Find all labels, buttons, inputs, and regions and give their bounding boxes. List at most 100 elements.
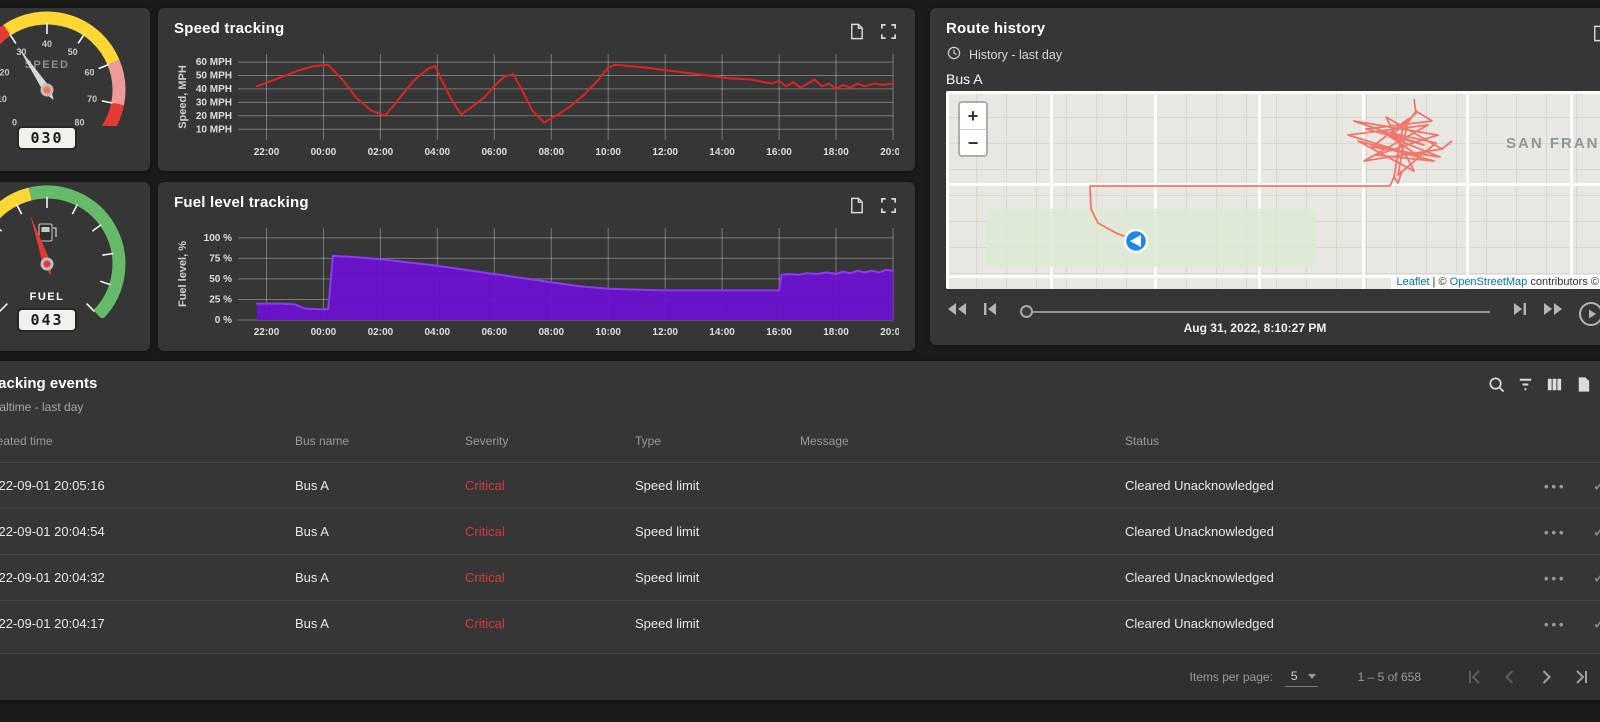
- fullscreen-icon[interactable]: [877, 20, 899, 42]
- widget-title: Speed tracking: [174, 20, 285, 37]
- speed-chart: 22:00 00:00 02:00 04:00 06:00 08:00 10:00 12:00…: [177, 54, 899, 158]
- filter-icon[interactable]: [1514, 373, 1536, 395]
- svg-text:0: 0: [12, 118, 17, 127]
- event-actions: ••• ✓: [1480, 508, 1600, 555]
- slider-track[interactable]: [1020, 311, 1490, 313]
- event-bus-name: Bus A: [295, 600, 465, 647]
- fast-forward-button[interactable]: [1542, 301, 1564, 317]
- event-row: 2022-09-01 20:04:17Bus ACriticalSpeed li…: [0, 600, 1600, 647]
- speed-gauge-readout: 030: [17, 126, 77, 150]
- fullscreen-icon[interactable]: [877, 194, 899, 216]
- row-more-button[interactable]: •••: [1544, 617, 1567, 632]
- fast-rewind-button[interactable]: [946, 301, 968, 317]
- svg-text:50 MPH: 50 MPH: [196, 71, 232, 82]
- svg-text:40 MPH: 40 MPH: [196, 84, 232, 95]
- acknowledge-button[interactable]: ✓: [1593, 524, 1600, 541]
- event-severity: Critical: [465, 462, 635, 509]
- svg-text:14:00: 14:00: [709, 327, 735, 338]
- event-actions: ••• ✓: [1480, 600, 1600, 647]
- event-message: [800, 554, 1125, 601]
- acknowledge-button[interactable]: ✓: [1593, 616, 1600, 633]
- widget-title: Route history: [946, 20, 1046, 37]
- event-bus-name: Bus A: [295, 462, 465, 509]
- fuel-gauge: FUEL: [0, 185, 126, 318]
- svg-text:02:00: 02:00: [368, 147, 394, 158]
- leaflet-link[interactable]: Leaflet: [1396, 276, 1429, 288]
- event-message: [800, 508, 1125, 555]
- svg-text:10 MPH: 10 MPH: [196, 124, 232, 135]
- items-per-page-select[interactable]: 5: [1284, 667, 1318, 687]
- export-icon[interactable]: [1572, 373, 1594, 395]
- svg-text:40: 40: [42, 39, 52, 49]
- svg-text:20:00: 20:00: [880, 327, 899, 338]
- svg-text:18:00: 18:00: [823, 147, 849, 158]
- event-severity: Critical: [465, 600, 635, 647]
- fuel-chart: 22:00 00:00 02:00 04:00 06:00 08:00 10:00 12:00…: [177, 228, 899, 338]
- event-message: [800, 600, 1125, 647]
- row-more-button[interactable]: •••: [1544, 479, 1567, 494]
- acknowledge-button[interactable]: ✓: [1593, 570, 1600, 587]
- svg-text:18:00: 18:00: [823, 327, 849, 338]
- svg-text:22:00: 22:00: [254, 147, 280, 158]
- col-message: Message: [800, 434, 849, 448]
- row-more-button[interactable]: •••: [1544, 571, 1567, 586]
- zoom-out-button[interactable]: −: [960, 129, 986, 155]
- fuel-pump-icon: [38, 223, 57, 242]
- svg-text:30 MPH: 30 MPH: [196, 97, 232, 108]
- svg-text:20: 20: [0, 67, 10, 77]
- svg-text:20 MPH: 20 MPH: [196, 111, 232, 122]
- fuel-gauge-label: FUEL: [30, 291, 65, 303]
- slider-knob[interactable]: [1020, 305, 1033, 318]
- svg-text:80: 80: [74, 118, 84, 127]
- svg-text:20:00: 20:00: [880, 147, 899, 158]
- chevron-down-icon: [1307, 673, 1316, 679]
- osm-link[interactable]: OpenStreetMap: [1450, 276, 1528, 288]
- skip-to-end-button[interactable]: [1510, 301, 1528, 317]
- export-data-icon[interactable]: [845, 20, 867, 42]
- svg-text:25 %: 25 %: [209, 295, 232, 306]
- export-data-icon[interactable]: [1588, 22, 1600, 44]
- history-clock-icon: [946, 45, 962, 64]
- event-type: Speed limit: [635, 600, 800, 647]
- svg-text:10:00: 10:00: [595, 327, 621, 338]
- svg-text:75 %: 75 %: [209, 253, 232, 264]
- speed-tracking-widget: Speed tracking 22:00 00:00 02:00 04:00 06:00…: [158, 8, 915, 171]
- svg-text:14:00: 14:00: [709, 147, 735, 158]
- items-per-page-label: Items per page:: [1189, 670, 1273, 684]
- col-type: Type: [635, 434, 662, 448]
- search-icon[interactable]: [1485, 373, 1507, 395]
- col-created-time: Created time: [0, 434, 53, 448]
- svg-text:16:00: 16:00: [766, 327, 792, 338]
- items-per-page-value: 5: [1290, 669, 1298, 683]
- event-row: 2022-09-01 20:04:54Bus ACriticalSpeed li…: [0, 508, 1600, 555]
- playback-controls: Aug 31, 2022, 8:10:27 PM: [946, 297, 1600, 339]
- svg-text:60: 60: [84, 67, 94, 77]
- zoom-in-button[interactable]: +: [960, 103, 986, 129]
- skip-to-start-button[interactable]: [982, 301, 1000, 317]
- svg-text:Speed, MPH: Speed, MPH: [177, 65, 189, 129]
- play-button[interactable]: [1578, 301, 1600, 327]
- svg-text:12:00: 12:00: [652, 147, 678, 158]
- next-page-button[interactable]: [1533, 664, 1559, 690]
- row-more-button[interactable]: •••: [1544, 525, 1567, 540]
- attribution-rest: contributors ©: [1527, 276, 1599, 288]
- export-data-icon[interactable]: [845, 194, 867, 216]
- bus-marker[interactable]: [1123, 228, 1149, 254]
- table-header-row: Created time Bus name Severity Type Mess…: [0, 422, 1600, 463]
- first-page-button[interactable]: [1461, 664, 1487, 690]
- col-status: Status: [1125, 434, 1160, 448]
- event-bus-name: Bus A: [295, 508, 465, 555]
- previous-page-button[interactable]: [1497, 664, 1523, 690]
- events-range-label: Realtime - last day: [0, 400, 84, 414]
- svg-text:60 MPH: 60 MPH: [196, 57, 232, 68]
- svg-text:00:00: 00:00: [311, 327, 337, 338]
- map[interactable]: + − SAN FRANCISCO Leaflet | © OpenStreet…: [946, 91, 1600, 289]
- route-layer: [1089, 98, 1453, 254]
- attribution-divider: | ©: [1429, 276, 1450, 288]
- acknowledge-button[interactable]: ✓: [1593, 478, 1600, 495]
- table-pagination: Items per page: 5 1 – 5 of 658: [0, 653, 1600, 700]
- last-page-button[interactable]: [1569, 664, 1595, 690]
- event-status: Cleared Unacknowledged: [1125, 600, 1480, 647]
- event-time: 2022-09-01 20:05:16: [0, 462, 295, 509]
- columns-icon[interactable]: [1543, 373, 1565, 395]
